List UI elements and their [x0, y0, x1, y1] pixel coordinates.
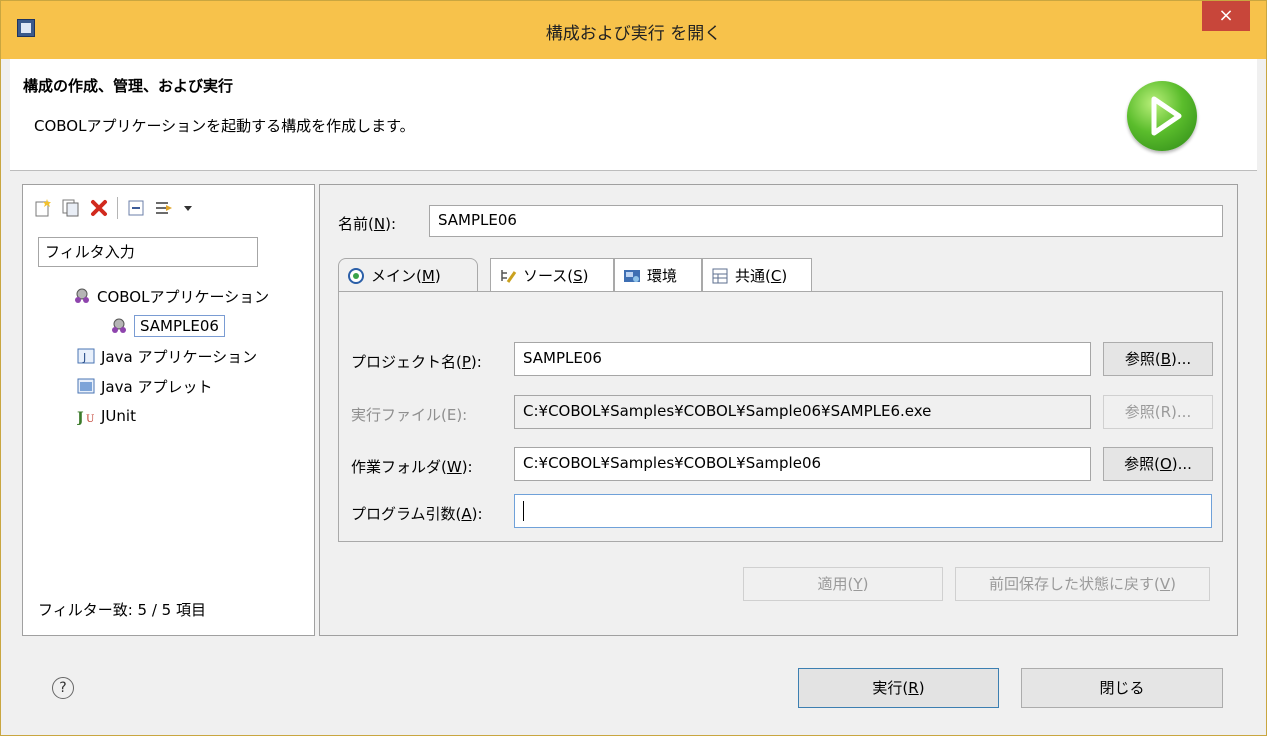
tab-source[interactable]: ソース(S) — [490, 258, 614, 292]
browse-project-button[interactable]: 参照(B)... — [1103, 342, 1213, 376]
tree-item-cobol-application[interactable]: COBOLアプリケーション — [73, 283, 269, 309]
tree-item-label: Java アプリケーション — [101, 347, 258, 366]
svg-text:J: J — [82, 351, 86, 364]
run-button[interactable]: 実行(R) — [798, 668, 999, 708]
main-tab-content: プロジェクト名(P): SAMPLE06 参照(B)... 実行ファイル(E):… — [338, 291, 1223, 542]
dialog-header: 構成の作成、管理、および実行 COBOLアプリケーションを起動する構成を作成しま… — [10, 59, 1257, 171]
header-title: 構成の作成、管理、および実行 — [23, 77, 234, 95]
configuration-editor: 名前(N): SAMPLE06 メイン(M) ソース(S) 環境 共通(C) プ… — [319, 184, 1238, 636]
close-window-button[interactable]: × — [1202, 1, 1250, 31]
tree-item-label: COBOLアプリケーション — [97, 287, 270, 306]
main-tab-icon — [347, 267, 365, 285]
filter-input[interactable]: フィルタ入力 — [38, 237, 258, 267]
cobol-config-icon — [110, 317, 128, 335]
delete-config-icon[interactable] — [89, 198, 109, 218]
executable-field: C:¥COBOL¥Samples¥COBOL¥Sample06¥SAMPLE6.… — [514, 395, 1091, 429]
environment-tab-icon — [623, 267, 641, 285]
tree-item-sample06[interactable]: SAMPLE06 — [110, 313, 225, 339]
java-app-icon: J — [77, 347, 95, 365]
configuration-tree-panel: フィルタ入力 COBOLアプリケーション SAMPLE06 J Java アプリ… — [22, 184, 315, 636]
title-bar[interactable]: 構成および実行 を開く × — [1, 1, 1266, 59]
tree-item-junit[interactable]: JU JUnit — [75, 403, 136, 429]
working-folder-label: 作業フォルダ(W): — [351, 458, 473, 476]
tab-common[interactable]: 共通(C) — [702, 258, 812, 292]
project-label: プロジェクト名(P): — [351, 353, 482, 371]
launch-config-dialog: 構成および実行 を開く × 構成の作成、管理、および実行 COBOLアプリケーシ… — [0, 0, 1267, 736]
tab-main[interactable]: メイン(M) — [338, 258, 478, 292]
name-input[interactable]: SAMPLE06 — [429, 205, 1223, 237]
close-button[interactable]: 閉じる — [1021, 668, 1223, 708]
new-config-icon[interactable] — [33, 198, 53, 218]
run-banner-icon — [1127, 81, 1197, 151]
browse-executable-button: 参照(R)... — [1103, 395, 1213, 429]
tree-toolbar — [33, 195, 194, 221]
text-caret — [523, 501, 524, 521]
filter-configs-icon[interactable] — [154, 198, 174, 218]
tree-item-label: SAMPLE06 — [134, 315, 225, 337]
program-args-label: プログラム引数(A): — [351, 505, 483, 523]
filter-count: フィルター致: 5 / 5 項目 — [38, 601, 206, 619]
browse-working-folder-button[interactable]: 参照(O)... — [1103, 447, 1213, 481]
name-label: 名前(N): — [338, 215, 396, 233]
duplicate-config-icon[interactable] — [61, 198, 81, 218]
source-tab-icon — [499, 267, 517, 285]
tab-label: 共通(C) — [735, 267, 788, 285]
tree-item-label: JUnit — [101, 407, 136, 425]
chevron-down-icon[interactable] — [182, 198, 194, 218]
tab-label: 環境 — [647, 267, 678, 285]
common-tab-icon — [711, 267, 729, 285]
tree-item-java-application[interactable]: J Java アプリケーション — [77, 343, 257, 369]
executable-label: 実行ファイル(E): — [351, 406, 468, 424]
project-field[interactable]: SAMPLE06 — [514, 342, 1091, 376]
cobol-app-icon — [73, 287, 91, 305]
tab-label: ソース(S) — [523, 267, 589, 285]
program-args-field[interactable] — [514, 494, 1212, 528]
svg-text:J: J — [77, 410, 84, 425]
revert-button: 前回保存した状態に戻す(V) — [955, 567, 1210, 601]
tree-item-java-applet[interactable]: Java アプレット — [77, 373, 212, 399]
header-description: COBOLアプリケーションを起動する構成を作成します。 — [34, 117, 415, 135]
tree-item-label: Java アプレット — [101, 377, 213, 396]
junit-icon: JU — [75, 407, 95, 426]
svg-text:U: U — [86, 414, 94, 425]
tab-label: メイン(M) — [371, 267, 441, 285]
tab-environment[interactable]: 環境 — [614, 258, 702, 292]
working-folder-field[interactable]: C:¥COBOL¥Samples¥COBOL¥Sample06 — [514, 447, 1091, 481]
window-title: 構成および実行 を開く — [545, 24, 722, 44]
java-applet-icon — [77, 377, 95, 395]
collapse-all-icon[interactable] — [126, 198, 146, 218]
apply-button: 適用(Y) — [743, 567, 943, 601]
help-icon[interactable]: ? — [52, 677, 74, 699]
toolbar-separator — [117, 197, 118, 219]
